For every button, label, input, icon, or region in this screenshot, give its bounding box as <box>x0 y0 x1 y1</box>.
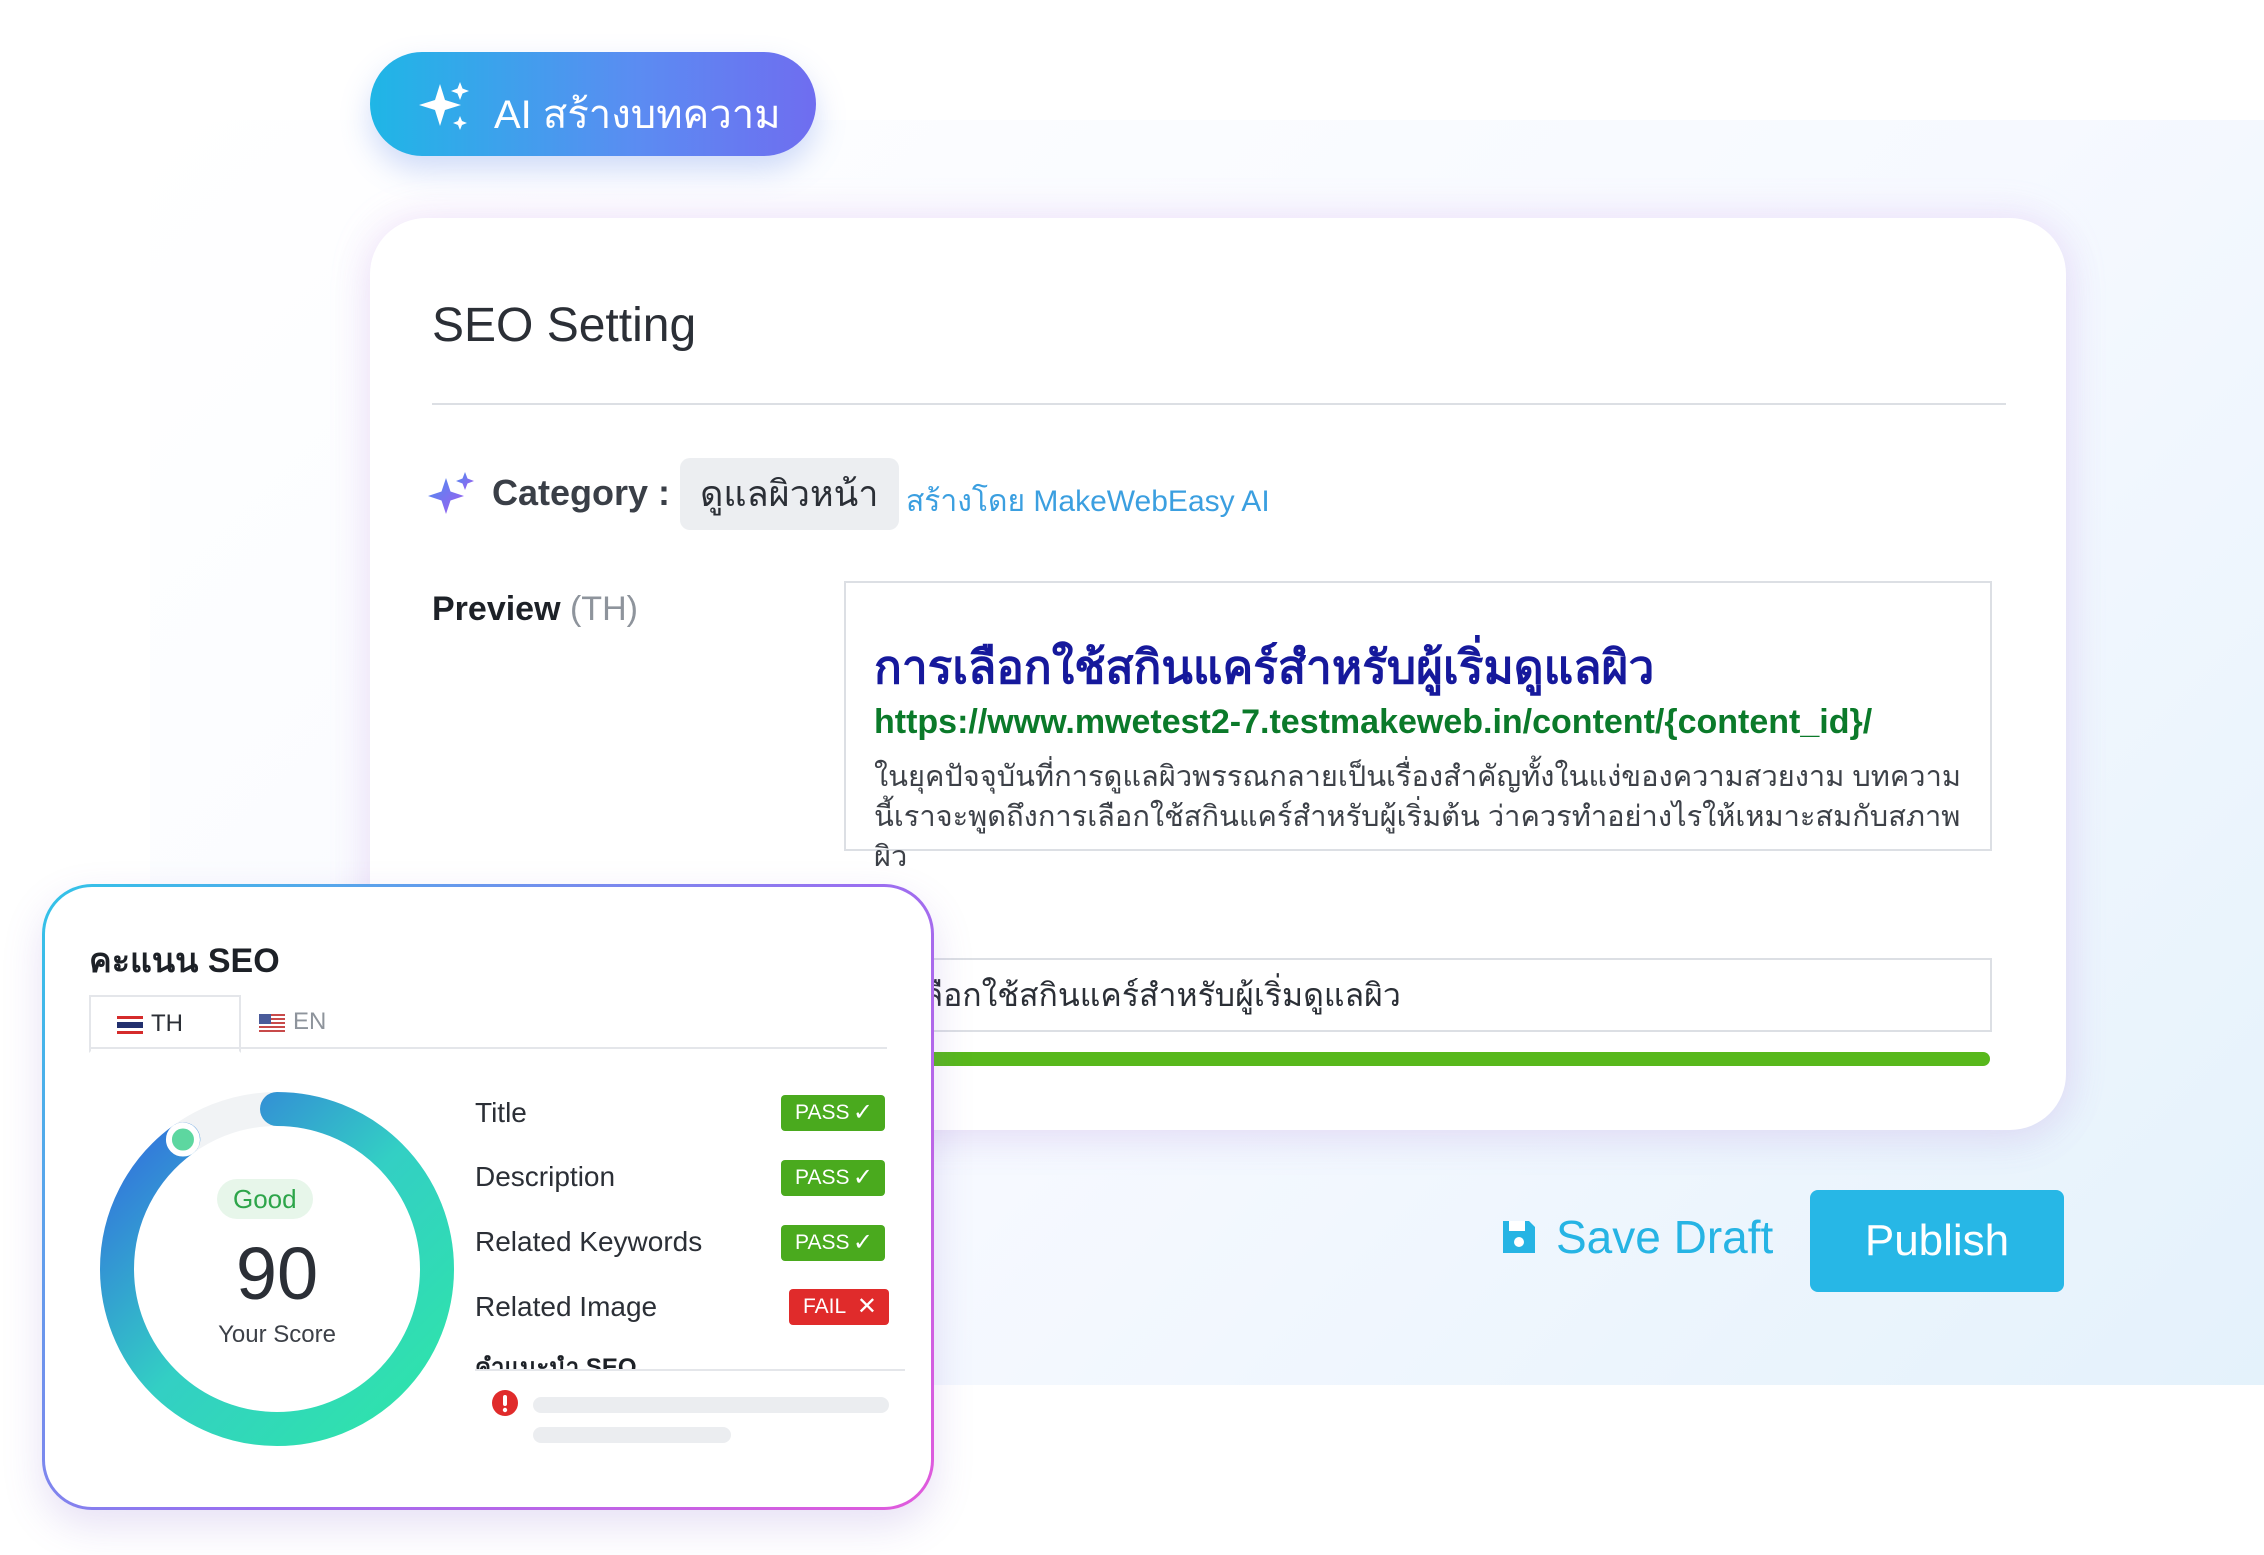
check-icon: ✓ <box>852 1099 873 1126</box>
score-rating-badge: Good <box>217 1179 313 1219</box>
tab-en-label: EN <box>293 1008 327 1035</box>
status-badge: PASS ✓ <box>781 1095 885 1131</box>
category-label: Category : <box>492 472 671 513</box>
save-draft-button[interactable]: Save Draft <box>1500 1210 1773 1264</box>
tab-en[interactable]: EN <box>233 995 359 1049</box>
status-badge-label: PASS <box>795 1231 850 1254</box>
criteria-title: Title <box>475 1097 527 1128</box>
category-ai-note: สร้างโดย MakeWebEasy AI <box>906 485 1270 518</box>
divider <box>432 403 2006 405</box>
warning-icon <box>492 1390 518 1416</box>
seo-score-card: คะแนน SEO TH EN Good 90 Your Score Title… <box>42 884 934 1510</box>
category-tag[interactable]: ดูแลผิวหน้า <box>680 458 899 530</box>
criteria-related-image: Related Image <box>475 1291 658 1322</box>
ai-create-article-button[interactable]: AI สร้างบทความ <box>370 52 816 156</box>
tabs-divider <box>89 1047 887 1049</box>
status-badge: FAIL ✕ <box>789 1289 889 1325</box>
score-value: 90 <box>235 1232 319 1315</box>
tab-th[interactable]: TH <box>89 995 241 1053</box>
seo-title-input[interactable]: การเลือกใช้สกินแคร์สำหรับผู้เริ่มดูแลผิว <box>844 958 1992 1032</box>
tip-placeholder-line <box>533 1427 731 1443</box>
save-draft-label: Save Draft <box>1556 1211 1774 1263</box>
tip-placeholder-line <box>533 1397 889 1413</box>
criteria-description: Description <box>475 1161 616 1192</box>
tips-divider <box>475 1369 905 1371</box>
thailand-flag-icon <box>117 1015 143 1034</box>
preview-language: (TH) <box>569 590 638 628</box>
preview-title: การเลือกใช้สกินแคร์สำหรับผู้เริ่มดูแลผิว <box>874 641 1655 693</box>
status-badge-label: FAIL <box>803 1295 847 1318</box>
floppy-disk-icon <box>1503 1221 1535 1253</box>
score-label: Your Score <box>218 1321 336 1348</box>
check-icon: ✓ <box>852 1229 873 1256</box>
tab-th-label: TH <box>151 1010 183 1037</box>
sparkle-icon <box>428 472 474 514</box>
preview-label: Preview (TH) <box>432 590 638 629</box>
status-badge: PASS ✓ <box>781 1225 885 1261</box>
title-length-progress <box>844 1052 1990 1066</box>
preview-label-text: Preview <box>432 590 561 628</box>
us-flag-icon <box>259 1013 285 1032</box>
preview-description: ในยุคปัจจุบันที่การดูแลผิวพรรณกลายเป็นเร… <box>874 761 1961 873</box>
publish-button[interactable]: Publish <box>1810 1190 2064 1292</box>
search-preview-box: การเลือกใช้สกินแคร์สำหรับผู้เริ่มดูแลผิว… <box>844 581 1992 873</box>
gauge-knob <box>165 1122 200 1157</box>
seo-tips-title: คำแนะนำ SEO <box>475 1354 637 1369</box>
seo-score-title: คะแนน SEO <box>89 942 280 980</box>
status-badge-label: PASS <box>795 1166 850 1189</box>
status-badge-label: PASS <box>795 1101 850 1124</box>
close-icon: ✕ <box>856 1293 877 1320</box>
page-title: SEO Setting <box>432 299 697 352</box>
ai-create-article-label: AI สร้างบทความ <box>494 93 781 137</box>
preview-url: https://www.mwetest2-7.testmakeweb.in/co… <box>874 703 1873 741</box>
title-length-progress-fill <box>844 1052 1990 1066</box>
status-badge: PASS ✓ <box>781 1160 885 1196</box>
criteria-related-keywords: Related Keywords <box>475 1226 703 1257</box>
check-icon: ✓ <box>852 1164 873 1191</box>
sparkle-icon <box>419 82 469 130</box>
